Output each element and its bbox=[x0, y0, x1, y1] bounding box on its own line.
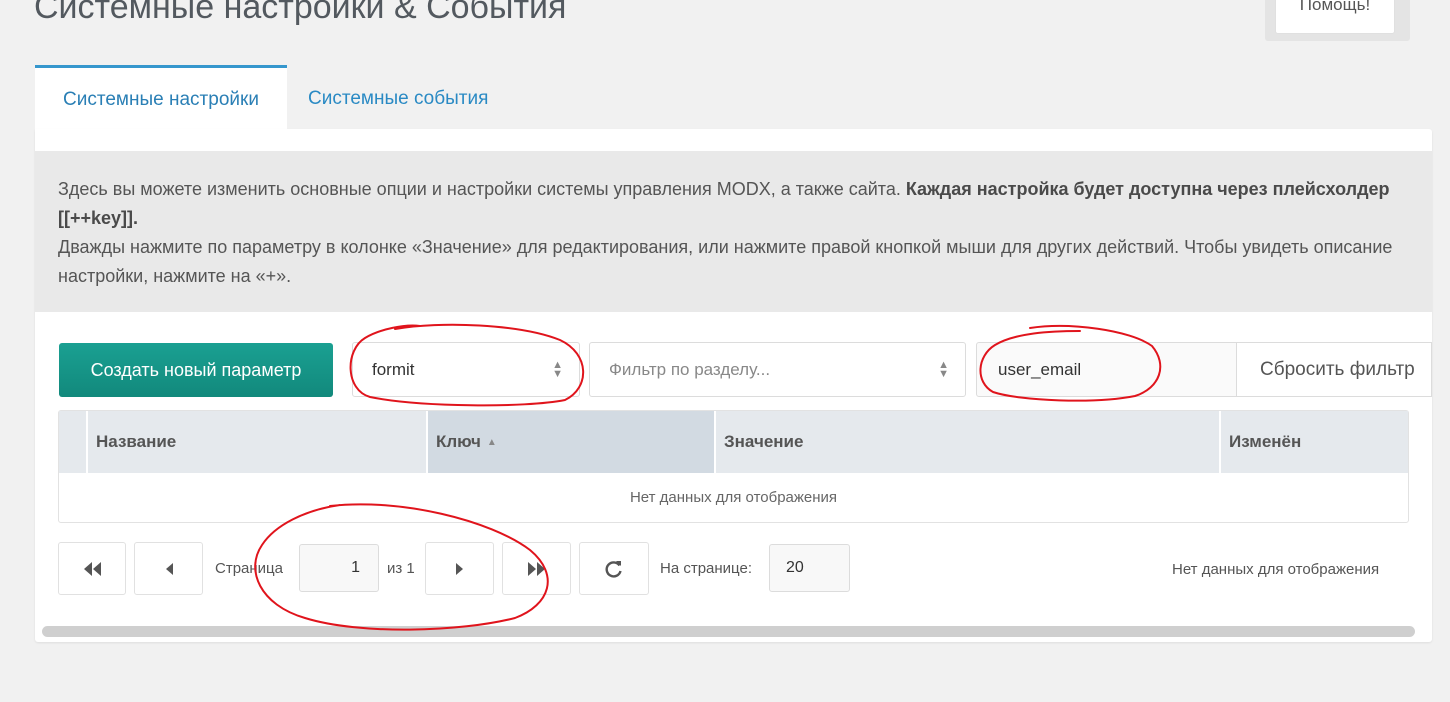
pager-status-text: Нет данных для отображения bbox=[1172, 561, 1380, 578]
tab-system-events[interactable]: Системные события bbox=[308, 65, 488, 129]
description-text: Здесь вы можете изменить основные опции … bbox=[58, 179, 906, 199]
grid-empty-message: Нет данных для отображения bbox=[629, 489, 838, 506]
namespace-filter-value: formit bbox=[372, 360, 415, 379]
column-name-label: Название bbox=[96, 432, 177, 451]
column-key-label: Ключ bbox=[436, 432, 481, 451]
page-number-input[interactable] bbox=[299, 544, 379, 592]
prev-page-button[interactable] bbox=[134, 542, 203, 595]
namespace-filter[interactable]: formit ▲ ▼ bbox=[352, 342, 580, 397]
search-input[interactable] bbox=[976, 342, 1237, 397]
column-header-changed[interactable]: Изменён bbox=[1221, 411, 1408, 473]
sort-asc-icon: ▲ bbox=[486, 436, 497, 448]
description-instructions: Дважды нажмите по параметру в колонке «З… bbox=[58, 237, 1393, 286]
updown-arrows-icon[interactable]: ▲ ▼ bbox=[552, 343, 563, 396]
per-page-input[interactable] bbox=[769, 544, 850, 592]
settings-grid: Название Ключ ▲ Значение Изменён Нет данн… bbox=[58, 410, 1409, 523]
area-filter-placeholder: Фильтр по разделу... bbox=[609, 360, 771, 379]
column-header-name[interactable]: Название bbox=[88, 411, 428, 473]
horizontal-scrollbar[interactable] bbox=[42, 626, 1415, 637]
per-page-label: На странице: bbox=[660, 560, 752, 577]
expander-column-header bbox=[59, 411, 88, 473]
next-page-icon bbox=[455, 563, 463, 576]
updown-arrows-icon[interactable]: ▲ ▼ bbox=[938, 343, 949, 396]
refresh-button[interactable] bbox=[579, 542, 649, 595]
help-button[interactable]: Помощь! bbox=[1275, 0, 1395, 34]
column-header-value[interactable]: Значение bbox=[716, 411, 1221, 473]
column-value-label: Значение bbox=[724, 432, 804, 451]
first-page-icon bbox=[84, 562, 101, 577]
reset-filter-button[interactable]: Сбросить фильтр bbox=[1236, 342, 1432, 397]
create-setting-button[interactable]: Создать новый параметр bbox=[59, 343, 333, 397]
first-page-button[interactable] bbox=[58, 542, 126, 595]
column-header-key[interactable]: Ключ ▲ bbox=[428, 411, 716, 473]
last-page-button[interactable] bbox=[502, 542, 571, 595]
grid-header: Название Ключ ▲ Значение Изменён bbox=[59, 411, 1408, 473]
page-count-label: из 1 bbox=[387, 560, 415, 577]
next-page-button[interactable] bbox=[425, 542, 494, 595]
help-container: Помощь! bbox=[1265, 0, 1410, 41]
refresh-icon bbox=[605, 561, 622, 578]
page-title: Системные настройки & События bbox=[34, 0, 567, 26]
tab-system-settings[interactable]: Системные настройки bbox=[35, 65, 287, 129]
area-filter[interactable]: Фильтр по разделу... ▲ ▼ bbox=[589, 342, 966, 397]
prev-page-icon bbox=[165, 563, 173, 576]
last-page-icon bbox=[527, 562, 545, 577]
page-label: Страница bbox=[215, 560, 283, 577]
description-block: Здесь вы можете изменить основные опции … bbox=[35, 151, 1432, 312]
column-changed-label: Изменён bbox=[1229, 432, 1302, 451]
